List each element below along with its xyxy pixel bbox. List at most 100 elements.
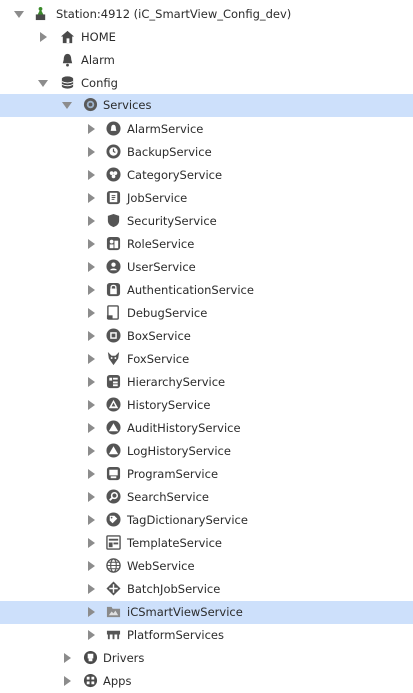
expand-toggle[interactable]: [88, 492, 95, 502]
search-icon: [106, 489, 121, 504]
tree-node-service[interactable]: SecurityService: [0, 210, 413, 233]
expand-toggle[interactable]: [64, 653, 71, 663]
service-label: AuditHistoryService: [127, 421, 241, 435]
tree-node-service[interactable]: SearchService: [0, 486, 413, 509]
apps-label: Apps: [103, 674, 132, 688]
fox-icon: [106, 351, 121, 366]
shield-icon: [106, 213, 121, 228]
expand-toggle[interactable]: [62, 102, 72, 109]
home-label: HOME: [81, 30, 116, 44]
expand-toggle[interactable]: [88, 584, 95, 594]
database-icon: [60, 75, 75, 90]
tree-node-service[interactable]: BoxService: [0, 325, 413, 348]
service-label: BoxService: [127, 329, 191, 343]
service-label: LogHistoryService: [127, 444, 231, 458]
expand-toggle[interactable]: [88, 400, 95, 410]
tree-node-service[interactable]: ProgramService: [0, 463, 413, 486]
service-label: AlarmService: [127, 122, 204, 136]
tree-node-service[interactable]: iCSmartViewService: [0, 601, 413, 624]
expand-toggle[interactable]: [88, 538, 95, 548]
tree-node-service[interactable]: AuditHistoryService: [0, 417, 413, 440]
service-label: RoleService: [127, 237, 195, 251]
expand-toggle[interactable]: [38, 80, 48, 87]
service-label: HistoryService: [127, 398, 211, 412]
tree-node-service[interactable]: LogHistoryService: [0, 440, 413, 463]
expand-toggle[interactable]: [14, 11, 24, 18]
service-label: PlatformServices: [127, 628, 224, 642]
service-label: SecurityService: [127, 214, 217, 228]
user-icon: [106, 259, 121, 274]
service-label: HierarchyService: [127, 375, 226, 389]
alarm-label: Alarm: [81, 53, 115, 67]
hierarchy-icon: [106, 374, 121, 389]
tree-node-alarm[interactable]: Alarm: [0, 49, 413, 72]
expand-toggle[interactable]: [88, 331, 95, 341]
expand-toggle[interactable]: [88, 630, 95, 640]
expand-toggle[interactable]: [88, 607, 95, 617]
lock-icon: [106, 282, 121, 297]
services-label: Services: [103, 98, 152, 112]
expand-toggle[interactable]: [88, 561, 95, 571]
nav-tree: Station:4912 (iC_SmartView_Config_dev) H…: [0, 0, 413, 693]
tree-node-service[interactable]: WebService: [0, 555, 413, 578]
tree-node-apps[interactable]: Apps: [0, 670, 413, 693]
station-label: Station:4912 (iC_SmartView_Config_dev): [56, 7, 292, 21]
tree-node-config[interactable]: Config: [0, 72, 413, 95]
service-label: TemplateService: [127, 536, 222, 550]
expand-toggle[interactable]: [88, 308, 95, 318]
history-icon: [106, 397, 121, 412]
services-gear-icon: [83, 97, 98, 112]
expand-toggle[interactable]: [88, 423, 95, 433]
category-icon: [106, 167, 121, 182]
folder-image-icon: [106, 604, 121, 619]
expand-toggle[interactable]: [88, 285, 95, 295]
expand-toggle[interactable]: [88, 469, 95, 479]
audit-history-icon: [106, 420, 121, 435]
expand-toggle[interactable]: [88, 216, 95, 226]
tree-node-service[interactable]: FoxService: [0, 348, 413, 371]
tag-icon: [106, 512, 121, 527]
tree-node-service[interactable]: HierarchyService: [0, 371, 413, 394]
clock-backup-icon: [106, 144, 121, 159]
template-icon: [106, 535, 121, 550]
service-label: BatchJobService: [127, 582, 221, 596]
tree-node-service[interactable]: RoleService: [0, 233, 413, 256]
tree-node-service[interactable]: AlarmService: [0, 118, 413, 141]
service-label: FoxService: [127, 352, 190, 366]
tree-node-service[interactable]: BatchJobService: [0, 578, 413, 601]
tree-node-service[interactable]: TagDictionaryService: [0, 509, 413, 532]
tree-node-drivers[interactable]: Drivers: [0, 647, 413, 670]
tree-node-service[interactable]: UserService: [0, 256, 413, 279]
expand-toggle[interactable]: [88, 193, 95, 203]
drivers-icon: [83, 650, 98, 665]
tree-node-service[interactable]: HistoryService: [0, 394, 413, 417]
tree-node-service[interactable]: JobService: [0, 187, 413, 210]
expand-toggle[interactable]: [88, 239, 95, 249]
home-icon: [60, 29, 75, 44]
tree-node-home[interactable]: HOME: [0, 26, 413, 49]
expand-toggle[interactable]: [88, 124, 95, 134]
expand-toggle[interactable]: [40, 32, 47, 42]
expand-toggle[interactable]: [88, 147, 95, 157]
expand-toggle[interactable]: [64, 676, 71, 686]
tree-node-service[interactable]: CategoryService: [0, 164, 413, 187]
platform-icon: [106, 627, 121, 642]
expand-toggle[interactable]: [88, 377, 95, 387]
tree-node-station[interactable]: Station:4912 (iC_SmartView_Config_dev): [0, 3, 413, 26]
tree-node-service[interactable]: PlatformServices: [0, 624, 413, 647]
service-label: TagDictionaryService: [127, 513, 248, 527]
expand-toggle[interactable]: [88, 170, 95, 180]
tree-node-service[interactable]: TemplateService: [0, 532, 413, 555]
globe-icon: [106, 558, 121, 573]
role-icon: [106, 236, 121, 251]
tree-node-service[interactable]: AuthenticationService: [0, 279, 413, 302]
bell-icon: [60, 52, 75, 67]
expand-toggle[interactable]: [88, 262, 95, 272]
expand-toggle[interactable]: [88, 446, 95, 456]
tree-node-service[interactable]: BackupService: [0, 141, 413, 164]
tree-node-services[interactable]: Services: [0, 94, 413, 117]
service-label: ProgramService: [127, 467, 219, 481]
expand-toggle[interactable]: [88, 515, 95, 525]
expand-toggle[interactable]: [88, 354, 95, 364]
tree-node-service[interactable]: DebugService: [0, 302, 413, 325]
